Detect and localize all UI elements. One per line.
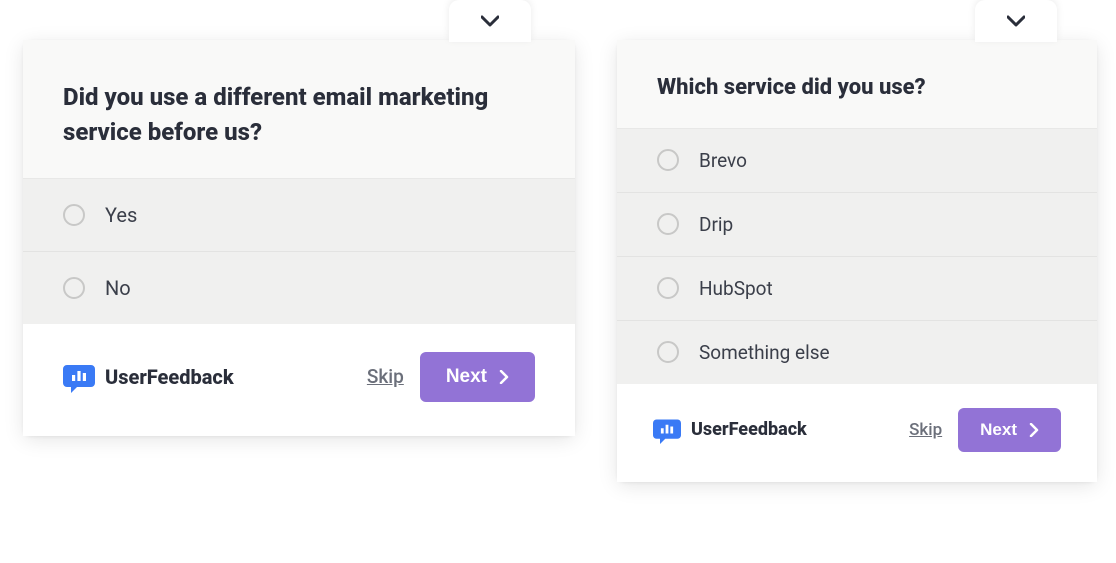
chevron-right-icon	[499, 370, 509, 384]
brand: UserFeedback	[653, 416, 807, 444]
radio-icon	[657, 341, 679, 363]
radio-icon	[63, 204, 85, 226]
collapse-tab[interactable]	[975, 0, 1057, 42]
options-list: Yes No	[23, 179, 575, 324]
next-label: Next	[446, 366, 487, 388]
chevron-down-icon	[481, 15, 499, 27]
option-row[interactable]: Drip	[617, 193, 1097, 257]
question-header: Did you use a different email marketing …	[23, 40, 575, 179]
survey-card-1: Did you use a different email marketing …	[23, 40, 575, 436]
card-footer: UserFeedback Skip Next	[23, 324, 575, 436]
radio-icon	[657, 277, 679, 299]
question-title: Did you use a different email marketing …	[63, 80, 535, 150]
radio-icon	[657, 149, 679, 171]
next-button[interactable]: Next	[420, 352, 535, 402]
option-row[interactable]: No	[23, 252, 575, 324]
option-label: HubSpot	[699, 277, 773, 300]
brand-label: UserFeedback	[105, 365, 234, 389]
brand-label: UserFeedback	[691, 419, 807, 440]
skip-link[interactable]: Skip	[909, 420, 942, 440]
question-title: Which service did you use?	[657, 72, 1057, 104]
options-list: Brevo Drip HubSpot Something else	[617, 129, 1097, 384]
next-button[interactable]: Next	[958, 408, 1061, 452]
option-label: Something else	[699, 341, 830, 364]
skip-link[interactable]: Skip	[367, 365, 404, 388]
option-row[interactable]: HubSpot	[617, 257, 1097, 321]
survey-card-2: Which service did you use? Brevo Drip Hu…	[617, 40, 1097, 482]
chevron-right-icon	[1029, 423, 1039, 437]
brand: UserFeedback	[63, 361, 234, 393]
radio-icon	[63, 277, 85, 299]
card-footer: UserFeedback Skip Next	[617, 384, 1097, 482]
option-label: Yes	[105, 203, 137, 227]
option-row[interactable]: Something else	[617, 321, 1097, 384]
option-label: Brevo	[699, 149, 747, 172]
chat-bars-icon	[63, 361, 95, 393]
option-label: Drip	[699, 213, 733, 236]
next-label: Next	[980, 420, 1017, 440]
radio-icon	[657, 213, 679, 235]
chat-bars-icon	[653, 416, 681, 444]
option-row[interactable]: Brevo	[617, 129, 1097, 193]
option-row[interactable]: Yes	[23, 179, 575, 252]
question-header: Which service did you use?	[617, 40, 1097, 129]
chevron-down-icon	[1007, 15, 1025, 27]
collapse-tab[interactable]	[449, 0, 531, 42]
option-label: No	[105, 276, 131, 300]
